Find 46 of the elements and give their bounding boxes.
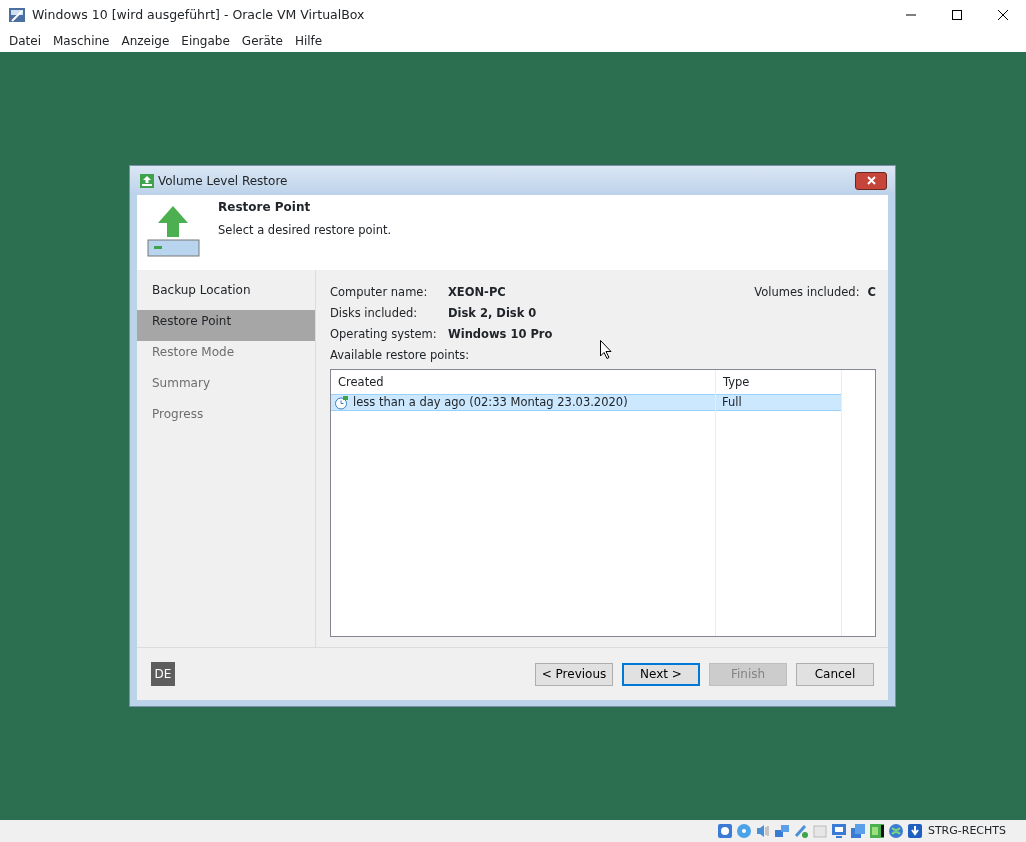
- network-icon[interactable]: [773, 823, 790, 839]
- wizard-button[interactable]: Cancel: [796, 662, 874, 686]
- step-subtitle: Select a desired restore point.: [218, 222, 392, 239]
- wizard-step[interactable]: Restore Point: [137, 310, 315, 341]
- step-title: Restore Point: [218, 199, 312, 216]
- field-value: Disk 2, Disk 0: [448, 304, 537, 322]
- monitor-icon[interactable]: [830, 823, 847, 839]
- column-header[interactable]: Type: [716, 370, 841, 394]
- windows-icon[interactable]: [849, 823, 866, 839]
- list-label: Available restore points:: [330, 346, 470, 364]
- usb-icon[interactable]: [792, 823, 809, 839]
- wizard-button[interactable]: Next >: [622, 662, 700, 686]
- volumes-value: C: [867, 283, 876, 301]
- menu-item[interactable]: Hilfe: [288, 32, 329, 50]
- menu-item[interactable]: Datei: [3, 32, 47, 50]
- host-key-label: STRG-RECHTS: [927, 822, 1006, 839]
- menu-item[interactable]: Geräte: [235, 32, 289, 50]
- close-icon[interactable]: [997, 9, 1009, 21]
- upload-icon: [140, 173, 154, 188]
- download-icon[interactable]: [906, 823, 923, 839]
- language-indicator: DE: [151, 662, 175, 686]
- restore-upload-icon: [147, 206, 200, 258]
- optical-disc-icon[interactable]: [735, 823, 752, 839]
- wizard-step[interactable]: Backup Location: [137, 279, 315, 310]
- column-header[interactable]: Created: [331, 370, 715, 394]
- table-cell[interactable]: Full: [716, 394, 841, 411]
- window-title: Windows 10 [wird ausgeführt] - Oracle VM VirtualBox: [32, 5, 365, 24]
- table-cell[interactable]: less than a day ago (02:33 Montag 23.03.2020): [331, 394, 715, 411]
- field-label: Disks included:: [330, 304, 419, 322]
- field-label: Computer name:: [330, 283, 429, 301]
- app-logo-icon: [8, 6, 26, 24]
- close-icon: [866, 176, 876, 185]
- wizard-button[interactable]: < Previous: [535, 662, 613, 686]
- close-button[interactable]: [855, 171, 887, 190]
- dialog-title: Volume Level Restore: [158, 172, 288, 190]
- menu-item[interactable]: Anzeige: [115, 32, 176, 50]
- field-value: XEON-PC: [448, 283, 506, 301]
- menu-item[interactable]: Eingabe: [175, 32, 236, 50]
- field-label: Operating system:: [330, 325, 438, 343]
- field-value: Windows 10 Pro: [448, 325, 553, 343]
- volumes-label: Volumes included:: [754, 283, 860, 301]
- clock-icon: [334, 395, 348, 410]
- speaker-icon[interactable]: [754, 823, 771, 839]
- mouse-pointer-icon: [600, 340, 612, 359]
- maximize-icon[interactable]: [951, 9, 963, 21]
- menu-item[interactable]: Maschine: [47, 32, 116, 50]
